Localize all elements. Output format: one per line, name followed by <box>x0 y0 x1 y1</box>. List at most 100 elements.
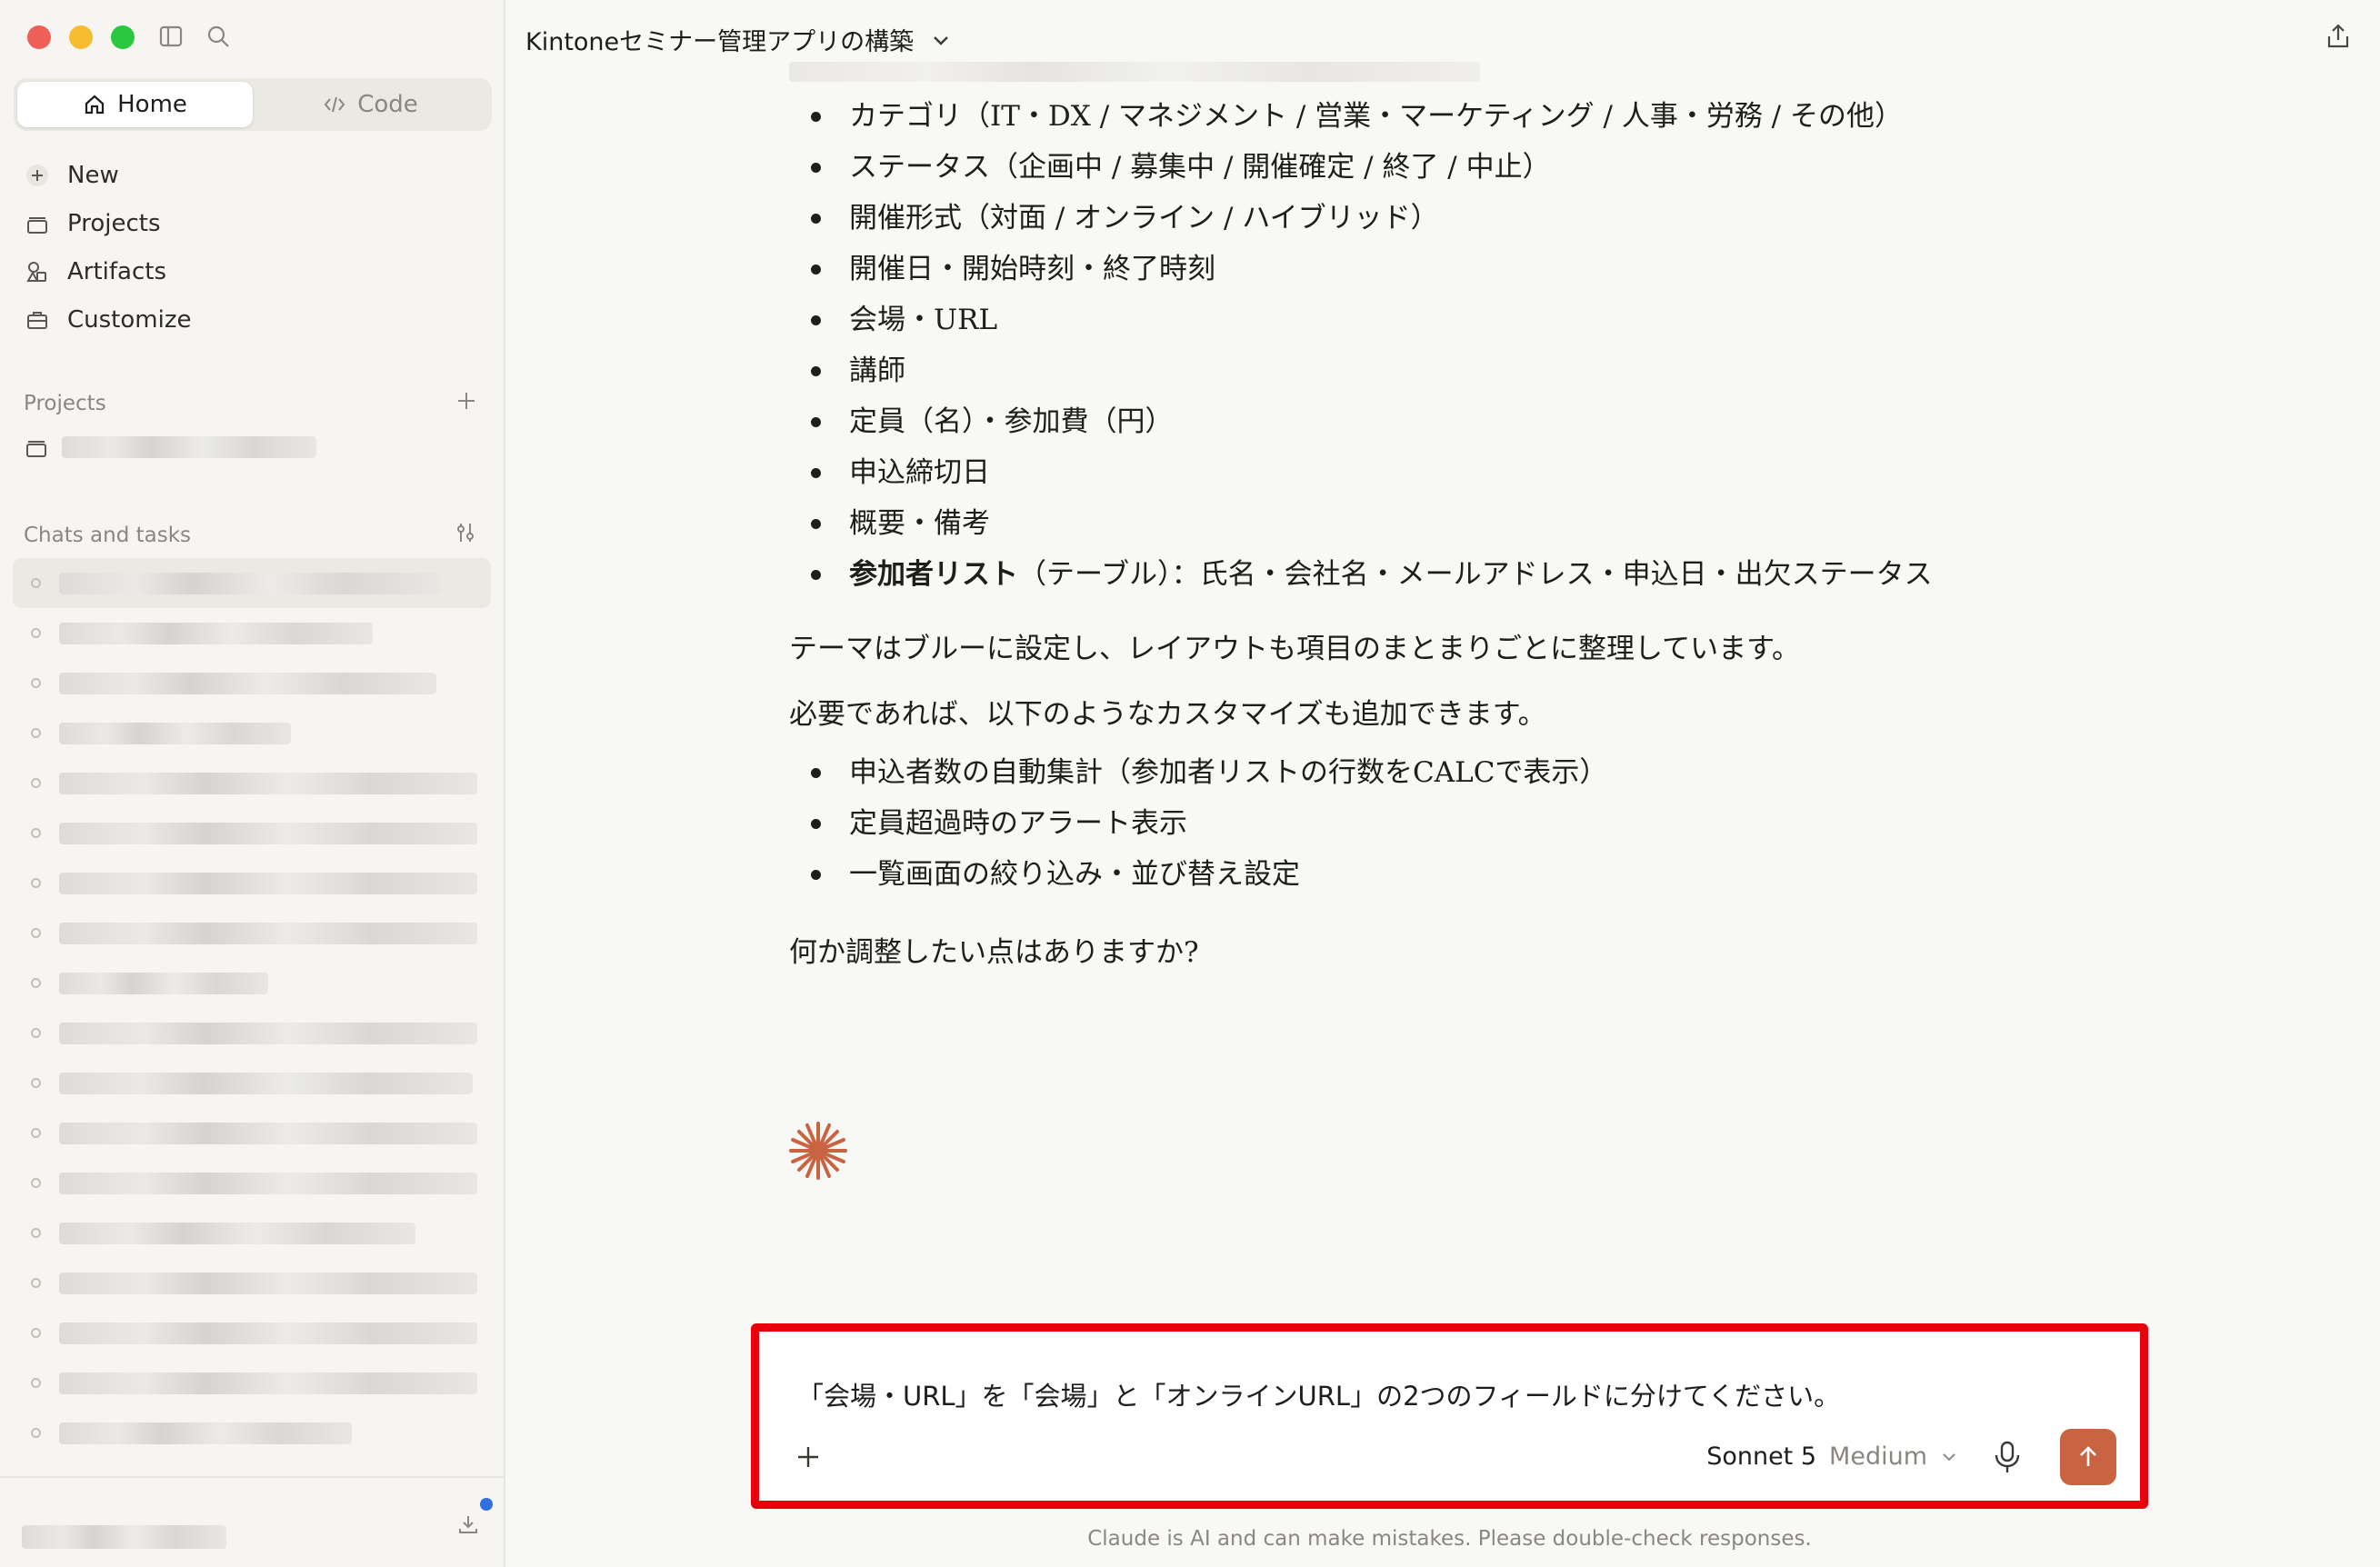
redacted-project-name <box>62 436 316 458</box>
projects-section-header: Projects <box>24 389 478 418</box>
list-item[interactable] <box>13 708 491 758</box>
projects-heading: Projects <box>24 392 106 415</box>
redacted-chat-title <box>59 572 441 594</box>
sidebar-nav: New Projects Artifacts Customize <box>22 151 485 344</box>
list-item: 会場・URL <box>789 294 2044 345</box>
redacted-chat-title <box>59 1272 477 1294</box>
shapes-icon <box>22 259 53 284</box>
sidebar-item-label: Artifacts <box>67 257 167 285</box>
list-item[interactable] <box>13 858 491 908</box>
chats-heading: Chats and tasks <box>24 524 192 547</box>
folder-icon <box>26 441 46 457</box>
sidebar-item-customize[interactable]: Customize <box>22 295 485 344</box>
redacted-chat-title <box>59 772 477 794</box>
sidebar-item-label: New <box>67 161 119 189</box>
filter-sliders-icon[interactable] <box>453 520 478 551</box>
chat-status-icon <box>31 1178 41 1188</box>
arrow-up-icon <box>2080 1446 2096 1466</box>
list-item: 開催形式（対面 / オンライン / ハイブリッド） <box>789 193 2044 244</box>
list-item[interactable] <box>13 1258 491 1308</box>
search-icon[interactable] <box>205 24 231 53</box>
chat-status-icon <box>31 678 41 688</box>
sidebar-item-label: Projects <box>67 209 161 237</box>
model-name: Sonnet 5 <box>1706 1442 1817 1471</box>
chat-status-icon <box>31 928 41 938</box>
list-item[interactable] <box>13 1208 491 1258</box>
list-item[interactable] <box>13 958 491 1008</box>
sidebar-item-artifacts[interactable]: Artifacts <box>22 247 485 295</box>
conversation-title-button[interactable]: Kintoneセミナー管理アプリの構築 <box>525 22 952 57</box>
redacted-chat-title <box>59 972 268 994</box>
sidebar-item-label: Customize <box>67 305 192 334</box>
chat-status-icon <box>31 1028 41 1038</box>
sidebar-toggle-icon[interactable] <box>158 24 184 53</box>
redacted-chat-title <box>59 1022 477 1044</box>
redacted-chat-title <box>59 1422 352 1444</box>
list-item[interactable] <box>13 1108 491 1158</box>
list-item[interactable] <box>13 1058 491 1108</box>
maximize-window-button[interactable] <box>111 25 135 49</box>
sidebar-item-new[interactable]: New <box>22 151 485 199</box>
model-selector[interactable]: Sonnet 5 Medium <box>1706 1442 1958 1471</box>
message-input[interactable]: 「会場・URL」を「会場」と「オンラインURL」の2つのフィールドに分けてくださ… <box>797 1375 1840 1413</box>
redacted-chat-title <box>59 672 436 694</box>
list-item: 講師 <box>789 345 2044 396</box>
list-item[interactable] <box>13 908 491 958</box>
download-icon[interactable] <box>456 1512 480 1540</box>
list-item: 申込者数の自動集計（参加者リストの行数をCALCで表示） <box>789 747 2044 798</box>
chat-status-icon <box>31 778 41 788</box>
list-item[interactable] <box>13 558 491 608</box>
list-item[interactable] <box>13 608 491 658</box>
redacted-chat-title <box>59 1322 477 1344</box>
sidebar-item-projects[interactable]: Projects <box>22 199 485 247</box>
message-composer: 「会場・URL」を「会場」と「オンラインURL」の2つのフィールドに分けてくださ… <box>751 1323 2148 1509</box>
theme-note: テーマはブルーに設定し、レイアウトも項目のまとまりごとに整理しています。 <box>789 633 1800 665</box>
list-item: 参加者リスト（テーブル）：氏名・会社名・メールアドレス・申込日・出欠ステータス <box>789 549 2044 600</box>
list-item[interactable] <box>13 1158 491 1208</box>
redacted-chat-title <box>59 1072 473 1094</box>
tab-home[interactable]: Home <box>17 82 253 127</box>
chevron-down-icon <box>934 35 949 45</box>
list-item[interactable] <box>13 808 491 858</box>
closing-question: 何か調整したい点はありますか? <box>789 936 1199 969</box>
folder-icon <box>22 211 53 236</box>
close-window-button[interactable] <box>27 25 51 49</box>
list-item[interactable] <box>13 1358 491 1408</box>
redacted-chat-title <box>59 722 291 744</box>
add-attachment-icon[interactable] <box>794 1442 823 1475</box>
microphone-icon[interactable] <box>1991 1439 2024 1479</box>
share-icon[interactable] <box>2324 22 2353 55</box>
tab-home-label: Home <box>117 91 187 118</box>
chat-status-icon <box>31 1378 41 1388</box>
chat-status-icon <box>31 1228 41 1238</box>
home-icon <box>85 95 105 115</box>
add-project-icon[interactable] <box>455 389 478 418</box>
redacted-chat-title <box>59 922 477 944</box>
list-item: ステータス（企画中 / 募集中 / 開催確定 / 終了 / 中止） <box>789 142 2044 193</box>
chat-status-icon <box>31 728 41 738</box>
sidebar-footer <box>0 1476 505 1567</box>
customize-intro: 必要であれば、以下のようなカスタマイズも追加できます。 <box>789 698 1546 731</box>
sidebar: Home Code New Projects Artifacts Customi… <box>0 0 505 1567</box>
claude-spark-icon <box>787 1120 849 1185</box>
tab-code[interactable]: Code <box>253 82 488 127</box>
project-item[interactable] <box>24 434 316 460</box>
list-item[interactable] <box>13 1308 491 1358</box>
list-item[interactable] <box>13 758 491 808</box>
list-item: 一覧画面の絞り込み・並び替え設定 <box>789 849 2044 900</box>
field-list: カテゴリ（IT・DX / マネジメント / 営業・マーケティング / 人事・労務… <box>789 91 2044 600</box>
list-item[interactable] <box>13 1408 491 1458</box>
chat-status-icon <box>31 1078 41 1088</box>
customization-list: 申込者数の自動集計（参加者リストの行数をCALCで表示） 定員超過時のアラート表… <box>789 747 2044 900</box>
chat-status-icon <box>31 578 41 588</box>
notification-badge <box>480 1498 493 1511</box>
minimize-window-button[interactable] <box>69 25 93 49</box>
send-button[interactable] <box>2060 1429 2116 1485</box>
chat-status-icon <box>31 628 41 638</box>
chat-status-icon <box>31 978 41 988</box>
list-item[interactable] <box>13 1008 491 1058</box>
disclaimer: Claude is AI and can make mistakes. Plea… <box>1087 1527 1812 1551</box>
list-item: 申込締切日 <box>789 447 2044 498</box>
redacted-chat-title <box>59 872 477 894</box>
list-item[interactable] <box>13 658 491 708</box>
